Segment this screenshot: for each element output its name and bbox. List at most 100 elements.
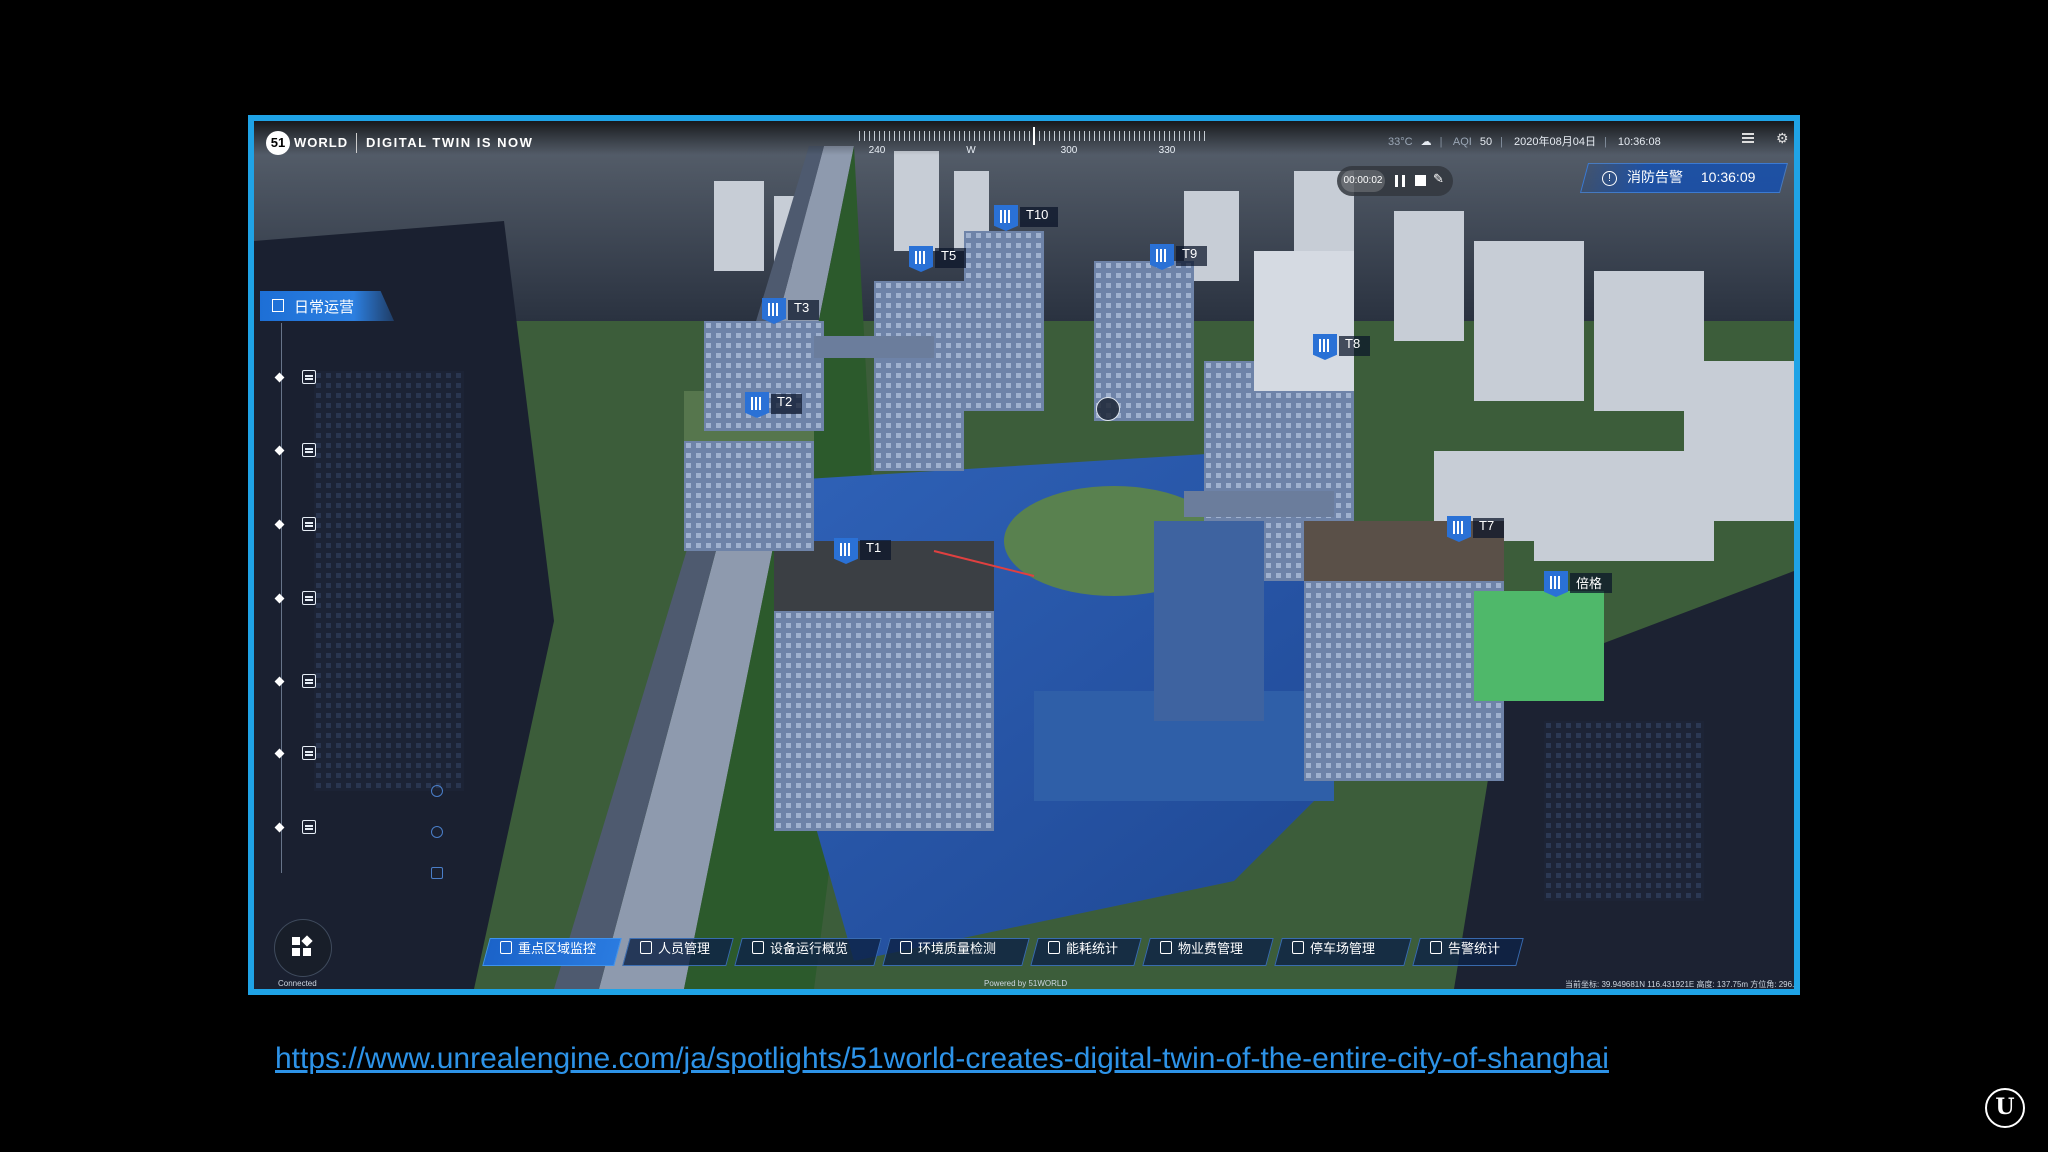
building-pin-label: T9 [1176, 246, 1208, 266]
building-pin-label: T5 [935, 248, 967, 268]
apps-grid-icon-cell [301, 935, 313, 947]
nav-tab-3[interactable]: 设备运行概览 [752, 938, 848, 966]
alert-label: 消防告警 [1627, 169, 1683, 185]
compass-bar: 240 W 300 330 [859, 127, 1209, 163]
camera-icon[interactable] [1096, 397, 1120, 421]
building-icon [909, 246, 933, 272]
date-display: 2020年08月04日 [1514, 136, 1596, 148]
connection-status: Connected [278, 979, 317, 988]
status-strip: 33°C ☁ | AQI 50 | 2020年08月04日 | 10:36:08 [1388, 136, 1661, 148]
nav-tab-2[interactable]: 人员管理 [640, 938, 710, 966]
building-icon [1447, 516, 1471, 542]
nav-tab-5[interactable]: 能耗统计 [1048, 938, 1118, 966]
time-display: 10:36:08 [1617, 136, 1661, 148]
menu-icon[interactable] [1742, 133, 1754, 143]
nav-tab-4[interactable]: 环境质量检测 [900, 938, 996, 966]
screen-recorder: 00:00:02 ✎ [1337, 166, 1453, 196]
document-icon [302, 517, 316, 531]
device-icon [752, 941, 764, 954]
map-marker-icon[interactable] [431, 826, 443, 838]
sidebar-item-report[interactable] [274, 368, 316, 388]
source-link[interactable]: https://www.unrealengine.com/ja/spotligh… [275, 1042, 1609, 1076]
aqi-value: 50 [1479, 136, 1493, 148]
timeline-dot [274, 519, 285, 530]
search-icon [302, 591, 316, 605]
apps-grid-button[interactable] [274, 919, 332, 977]
sidebar-item-chart[interactable] [274, 744, 316, 764]
document-icon [272, 299, 284, 312]
compass-label: W [966, 145, 976, 156]
timeline-dot [274, 822, 285, 833]
nav-tab-label: 告警统计 [1448, 941, 1501, 956]
nav-tab-8[interactable]: 告警统计 [1430, 938, 1500, 966]
nav-tab-7[interactable]: 停车场管理 [1292, 938, 1375, 966]
info-icon: ! [1602, 170, 1617, 186]
aqi-label: AQI [1452, 136, 1472, 148]
parking-icon [1292, 941, 1304, 954]
nav-tab-label: 能耗统计 [1066, 941, 1119, 956]
nav-tab-label: 设备运行概览 [770, 941, 849, 956]
recorder-elapsed-time: 00:00:02 [1341, 170, 1385, 192]
timeline-dot [274, 372, 285, 383]
building-icon [1313, 334, 1337, 360]
location-icon [500, 941, 512, 954]
logo-wordmark: WORLD [294, 135, 349, 150]
building-pin-label: T2 [771, 394, 803, 414]
sidebar-item-search[interactable] [274, 589, 316, 609]
sidebar-item-cube[interactable] [274, 672, 316, 692]
report-icon [302, 370, 316, 384]
tower-glass [1154, 521, 1264, 721]
unreal-engine-logo-icon: U [1985, 1088, 2025, 1128]
property-icon [1160, 941, 1172, 954]
apps-grid-icon-cell [292, 948, 300, 956]
stop-icon[interactable] [1415, 175, 1426, 186]
pen-icon[interactable]: ✎ [1433, 171, 1444, 187]
apps-grid-icon [292, 937, 300, 945]
tab-daily-operations[interactable]: 日常运营 [260, 291, 394, 321]
building-pin-label: 倍格 [1570, 573, 1613, 593]
environment-icon [900, 941, 912, 954]
nav-tab-label: 物业费管理 [1178, 941, 1244, 956]
nav-tab-6[interactable]: 物业费管理 [1160, 938, 1243, 966]
building-icon [1150, 244, 1174, 270]
coordinate-readout: 当前坐标: 39.949681N 116.431921E 高度: 137.75m… [1565, 980, 1800, 989]
building-icon [302, 820, 316, 834]
logo-icon: 51 [266, 131, 290, 155]
building-icon [745, 392, 769, 418]
apps-grid-icon-cell [303, 948, 311, 956]
map-marker-icon[interactable] [431, 867, 443, 879]
city-3d-viewport[interactable] [254, 121, 1794, 989]
weather-temp: 33°C [1388, 136, 1413, 148]
tab-label: 日常运营 [294, 299, 355, 316]
tower-t10 [964, 231, 1044, 411]
powered-by: Powered by 51WORLD [984, 979, 1068, 988]
timeline-dot [274, 593, 285, 604]
sidebar-item-building[interactable] [274, 818, 316, 838]
sidebar-item-image[interactable] [274, 441, 316, 461]
nav-tab-label: 重点区域监控 [518, 941, 597, 956]
building-icon [762, 298, 786, 324]
timeline-dot [274, 676, 285, 687]
nav-tab-1[interactable]: 重点区域监控 [500, 938, 596, 966]
tower-beige [1474, 591, 1604, 701]
map-marker-icon[interactable] [431, 785, 443, 797]
nav-tab-label: 人员管理 [658, 941, 711, 956]
cube-icon [302, 674, 316, 688]
building-pin-label: T3 [788, 300, 820, 320]
alert-time: 10:36:09 [1700, 169, 1756, 185]
fire-alarm-alert[interactable]: ! 消防告警 10:36:09 [1592, 163, 1782, 191]
tagline: DIGITAL TWIN IS NOW [366, 135, 534, 150]
timeline-dot [274, 748, 285, 759]
cloud-icon: ☁ [1420, 136, 1432, 148]
pause-icon[interactable] [1395, 175, 1405, 187]
building-pin-label: T10 [1020, 207, 1059, 227]
timeline-dot [274, 445, 285, 456]
building-icon [1544, 571, 1568, 597]
sidebar-item-document[interactable] [274, 515, 316, 535]
gear-icon[interactable]: ⚙ [1776, 130, 1789, 147]
nav-tab-label: 环境质量检测 [918, 941, 997, 956]
building-icon [834, 538, 858, 564]
alarm-icon [1430, 941, 1442, 954]
building-pin-label: T7 [1473, 518, 1505, 538]
nav-tab-label: 停车场管理 [1310, 941, 1376, 956]
